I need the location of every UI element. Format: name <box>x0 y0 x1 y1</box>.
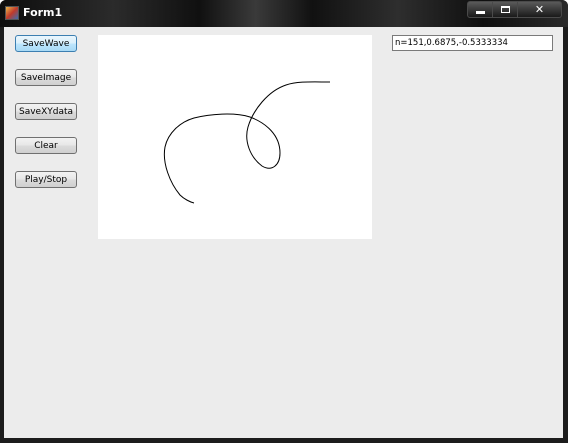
minimize-icon <box>475 11 485 14</box>
save-image-button[interactable]: SaveImage <box>15 69 77 86</box>
app-icon[interactable] <box>5 6 19 20</box>
play-stop-button[interactable]: Play/Stop <box>15 171 77 188</box>
status-textbox[interactable]: n=151,0.6875,-0.5333334 <box>392 35 553 51</box>
maximize-icon <box>500 6 510 13</box>
close-icon: ✕ <box>534 3 545 16</box>
title-bar[interactable]: Form1 ✕ <box>0 0 568 27</box>
drawing-surface[interactable] <box>98 35 372 239</box>
save-wave-button[interactable]: SaveWave <box>15 35 77 52</box>
clear-button[interactable]: Clear <box>15 137 77 154</box>
save-xy-data-button[interactable]: SaveXYdata <box>15 103 77 120</box>
window-title: Form1 <box>23 6 63 19</box>
minimize-button[interactable] <box>467 1 493 18</box>
drawing-canvas[interactable] <box>98 35 372 239</box>
form-client-area: SaveWave SaveImage SaveXYdata Clear Play… <box>4 27 563 438</box>
caption-buttons: ✕ <box>467 1 562 18</box>
drawn-curve <box>163 81 331 204</box>
maximize-button[interactable] <box>493 1 518 18</box>
close-button[interactable]: ✕ <box>518 1 562 18</box>
app-window: Form1 ✕ SaveWave SaveImage SaveXYdata Cl… <box>0 0 568 443</box>
